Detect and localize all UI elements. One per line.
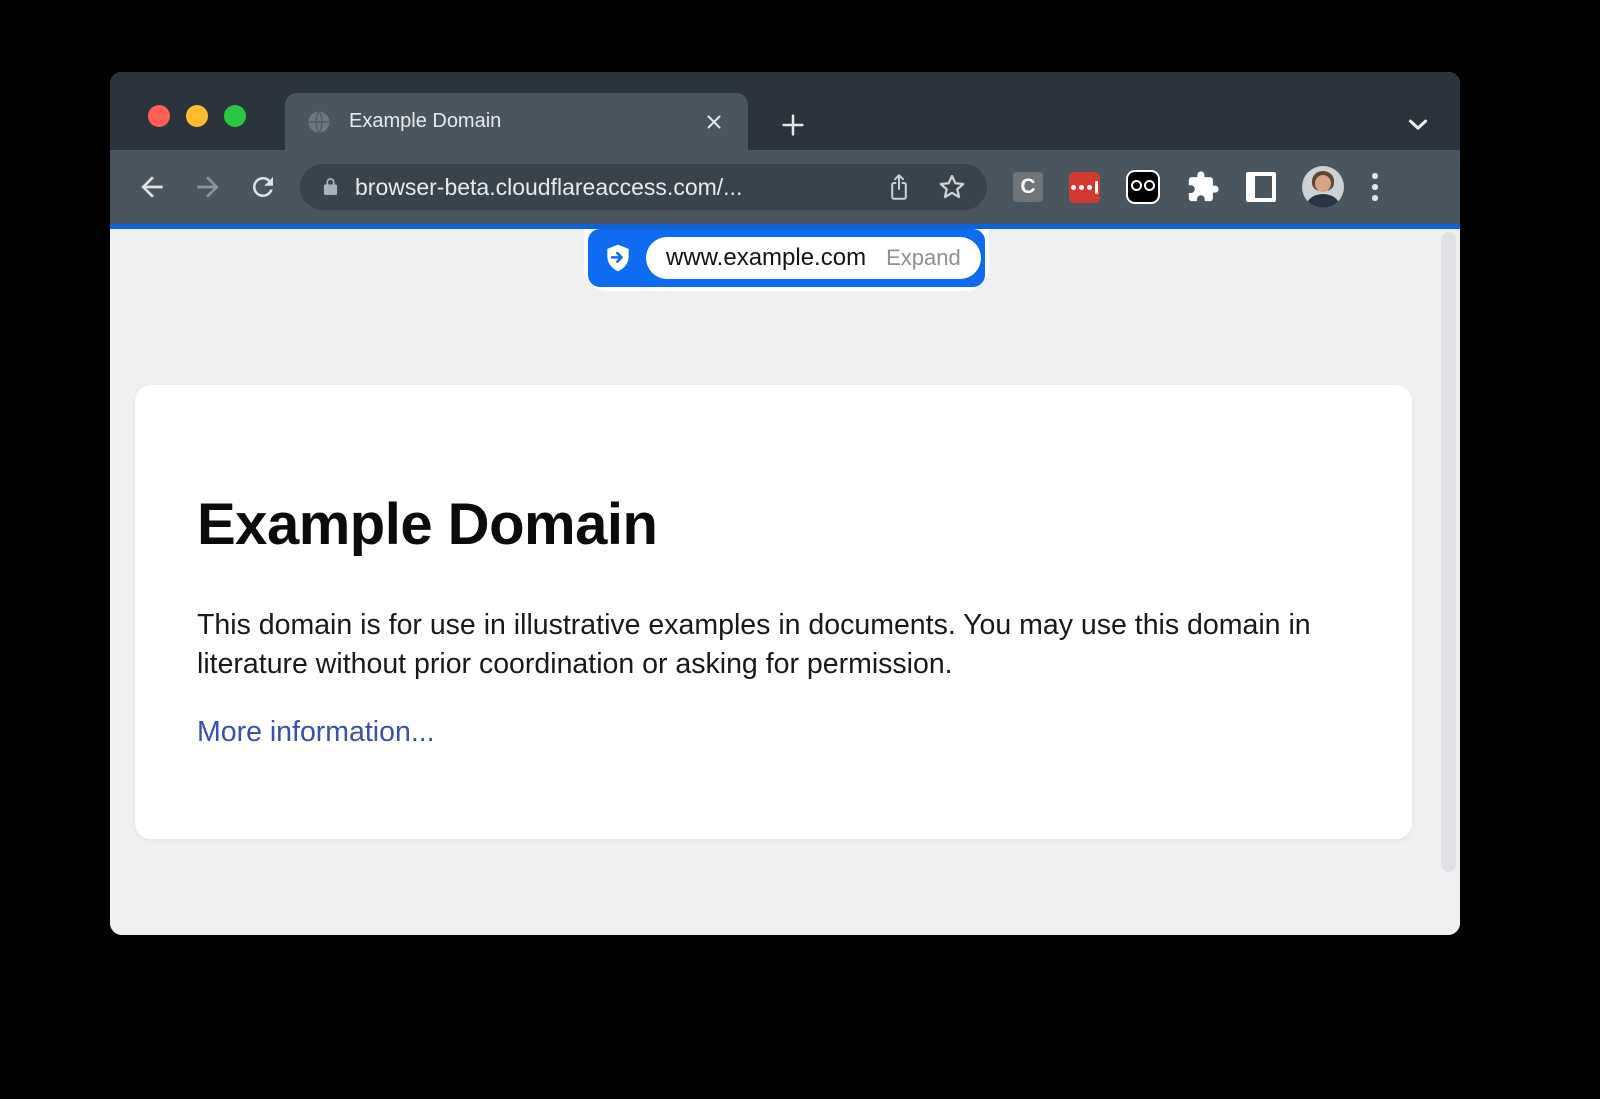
traffic-lights bbox=[148, 105, 246, 127]
isolated-domain-pill[interactable]: www.example.com Expand bbox=[646, 237, 981, 279]
lastpass-extension-icon[interactable] bbox=[1069, 172, 1100, 203]
example-domain-card: Example Domain This domain is for use in… bbox=[135, 385, 1412, 839]
active-tab[interactable]: Example Domain bbox=[285, 93, 748, 150]
extension-c-icon[interactable]: C bbox=[1013, 172, 1043, 202]
lock-icon[interactable] bbox=[320, 174, 341, 200]
new-tab-button[interactable] bbox=[774, 106, 812, 149]
kebab-menu-icon[interactable] bbox=[1368, 169, 1382, 205]
close-window-button[interactable] bbox=[148, 105, 170, 127]
page-body-text: This domain is for use in illustrative e… bbox=[197, 606, 1347, 684]
maximize-window-button[interactable] bbox=[224, 105, 246, 127]
side-panel-icon[interactable] bbox=[1246, 172, 1276, 202]
toolbar: browser-beta.cloudflareaccess.com/... C bbox=[110, 150, 1460, 224]
more-information-link[interactable]: More information... bbox=[197, 716, 435, 749]
page-title: Example Domain bbox=[197, 491, 1412, 558]
minimize-window-button[interactable] bbox=[186, 105, 208, 127]
expand-button[interactable]: Expand bbox=[886, 245, 961, 271]
isolation-banner-inner: www.example.com Expand bbox=[588, 229, 985, 287]
url-text: browser-beta.cloudflareaccess.com/... bbox=[355, 174, 861, 201]
two-circles-extension-icon[interactable] bbox=[1126, 170, 1160, 204]
extension-c-label: C bbox=[1020, 175, 1035, 199]
browser-window: Example Domain browser-beta.cloudflareac bbox=[110, 72, 1460, 935]
forward-button[interactable] bbox=[192, 171, 224, 203]
tab-search-chevron-down-icon[interactable] bbox=[1402, 108, 1434, 145]
bookmark-star-icon[interactable] bbox=[937, 172, 967, 202]
close-tab-icon[interactable] bbox=[700, 108, 728, 136]
back-button[interactable] bbox=[136, 171, 168, 203]
address-bar[interactable]: browser-beta.cloudflareaccess.com/... bbox=[300, 164, 987, 210]
tab-strip: Example Domain bbox=[110, 72, 1460, 150]
isolated-domain-text: www.example.com bbox=[666, 244, 866, 272]
isolation-banner: www.example.com Expand bbox=[584, 229, 989, 291]
profile-avatar[interactable] bbox=[1302, 166, 1344, 208]
shield-arrow-icon bbox=[602, 242, 634, 274]
globe-icon bbox=[305, 108, 333, 136]
page-content: www.example.com Expand Example Domain Th… bbox=[110, 229, 1460, 935]
extensions-puzzle-icon[interactable] bbox=[1186, 170, 1220, 204]
vertical-scrollbar[interactable] bbox=[1441, 232, 1456, 872]
share-icon[interactable] bbox=[887, 173, 911, 201]
reload-button[interactable] bbox=[248, 172, 278, 202]
tab-title: Example Domain bbox=[349, 110, 700, 133]
